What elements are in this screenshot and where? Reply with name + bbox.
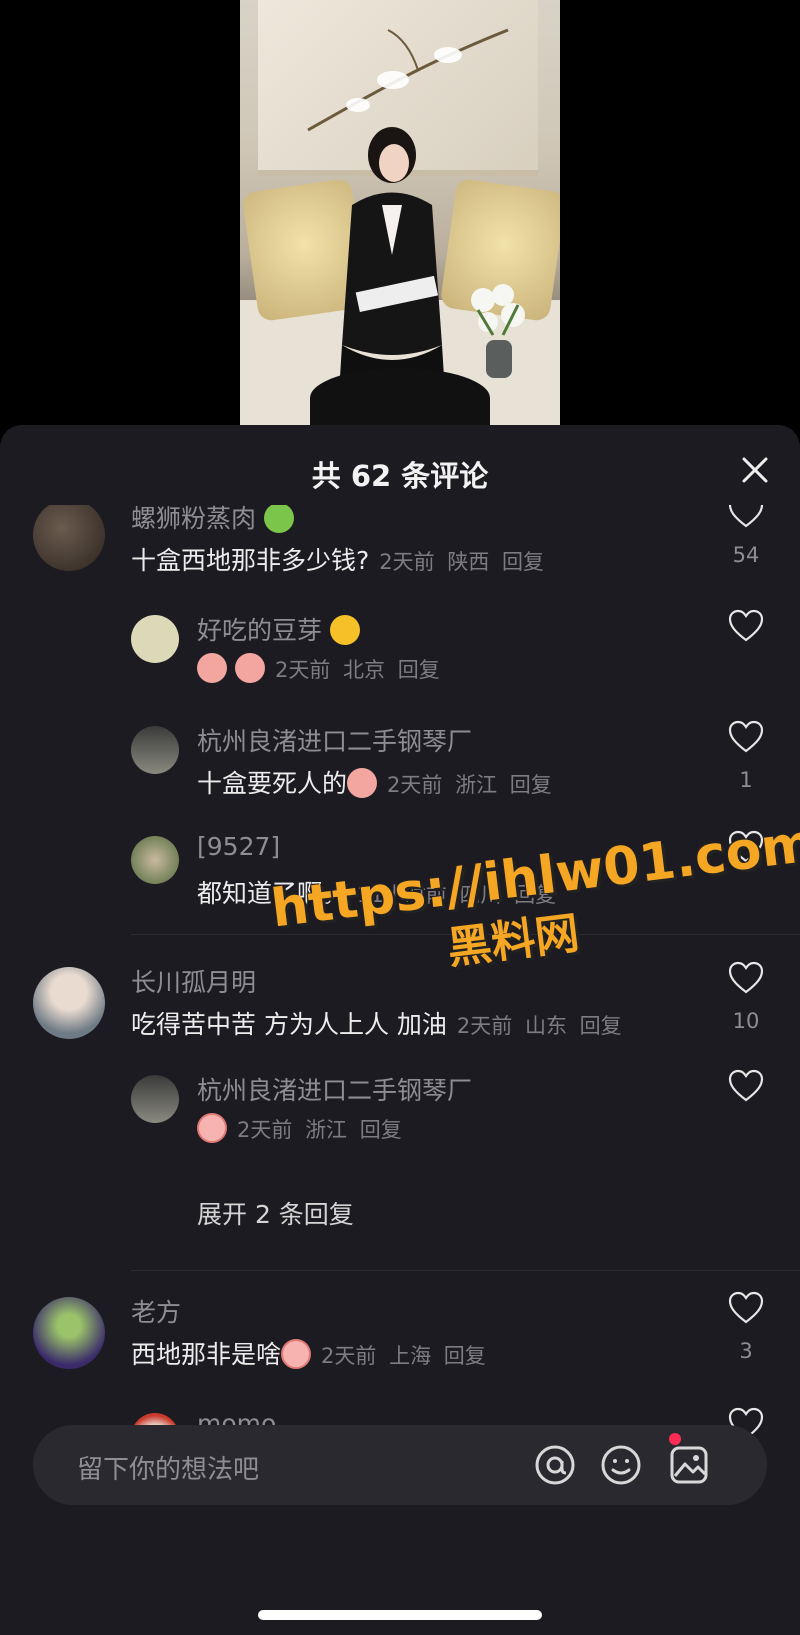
close-icon[interactable] bbox=[738, 453, 772, 487]
heart-icon bbox=[728, 961, 764, 994]
comment-username[interactable]: 好吃的豆芽 bbox=[197, 611, 360, 647]
expand-replies-button[interactable]: 展开 2 条回复 bbox=[197, 1195, 354, 1231]
comment-username[interactable]: [9527] bbox=[197, 832, 280, 861]
comment-username[interactable]: 螺狮粉蒸肉 bbox=[131, 505, 294, 535]
flower-vase bbox=[471, 284, 525, 378]
crying-emoji-icon bbox=[197, 653, 227, 683]
like-button[interactable] bbox=[728, 1291, 764, 1329]
emoji-icon[interactable] bbox=[599, 1443, 643, 1487]
heart-icon bbox=[728, 720, 764, 753]
like-count: 54 bbox=[732, 543, 760, 567]
divider bbox=[131, 934, 800, 935]
comment-username[interactable]: 杭州良渚进口二手钢琴厂 bbox=[197, 1071, 472, 1107]
heart-icon bbox=[728, 505, 764, 528]
crying-emoji-icon bbox=[234, 653, 265, 683]
smile-emoji-icon bbox=[329, 615, 360, 645]
heart-icon bbox=[728, 830, 764, 863]
comment-sheet: 共 62 条评论 螺狮粉蒸肉 十盒西地那非多少钱? 2天前 陕西 回复 54 好… bbox=[0, 425, 800, 1635]
avatar[interactable] bbox=[131, 1075, 179, 1123]
heart-icon bbox=[728, 1291, 764, 1324]
comment-text: 2天前 北京 回复 bbox=[197, 653, 446, 684]
frog-emoji-icon bbox=[263, 505, 294, 533]
reply-button[interactable]: 回复 bbox=[502, 550, 544, 574]
avatar[interactable] bbox=[33, 967, 105, 1039]
avatar[interactable] bbox=[131, 726, 179, 774]
heart-icon bbox=[728, 609, 764, 642]
peach-emoji-icon bbox=[197, 1113, 227, 1143]
avatar[interactable] bbox=[33, 505, 105, 571]
comment-text: 十盒要死人的 2天前 浙江 回复 bbox=[197, 768, 552, 798]
reply-button[interactable]: 回复 bbox=[398, 658, 440, 682]
reply-button[interactable]: 回复 bbox=[360, 1118, 402, 1142]
crying-emoji-icon bbox=[347, 768, 378, 798]
sheet-header: 共 62 条评论 bbox=[0, 425, 800, 515]
reply-button[interactable]: 回复 bbox=[510, 773, 552, 797]
like-button[interactable] bbox=[728, 609, 764, 647]
home-indicator[interactable] bbox=[258, 1610, 542, 1620]
reply-button[interactable]: 回复 bbox=[514, 883, 556, 907]
like-button[interactable] bbox=[728, 505, 764, 533]
comment-username[interactable]: 杭州良渚进口二手钢琴厂 bbox=[197, 722, 472, 758]
video-preview[interactable] bbox=[240, 0, 560, 425]
comment-username[interactable]: 老方 bbox=[131, 1293, 181, 1329]
avatar[interactable] bbox=[131, 836, 179, 884]
divider bbox=[131, 1270, 800, 1271]
avatar[interactable] bbox=[33, 1297, 105, 1369]
comment-text: 西地那非是啥 2天前 上海 回复 bbox=[131, 1339, 486, 1369]
avatar[interactable] bbox=[131, 615, 179, 663]
like-count: 10 bbox=[732, 1009, 760, 1033]
notification-dot bbox=[669, 1433, 681, 1445]
at-mention-icon[interactable] bbox=[533, 1443, 577, 1487]
comment-text: 都知道了啊。 11小时前 四川 回复 bbox=[197, 879, 557, 908]
comment-username[interactable]: 长川孤月明 bbox=[131, 963, 256, 999]
like-button[interactable] bbox=[728, 830, 764, 868]
reply-button[interactable]: 回复 bbox=[444, 1344, 486, 1368]
reply-button[interactable]: 回复 bbox=[580, 1014, 622, 1038]
comment-text: 吃得苦中苦 方为人上人 加油 2天前 山东 回复 bbox=[131, 1010, 622, 1039]
heart-icon bbox=[728, 1069, 764, 1102]
comment-input-bar[interactable]: 留下你的想法吧 bbox=[33, 1425, 767, 1505]
like-button[interactable] bbox=[728, 961, 764, 999]
like-count: 1 bbox=[739, 768, 753, 792]
like-button[interactable] bbox=[728, 720, 764, 758]
like-button[interactable] bbox=[728, 1069, 764, 1107]
side-table bbox=[310, 368, 490, 425]
image-icon[interactable] bbox=[667, 1443, 711, 1487]
comment-input[interactable]: 留下你的想法吧 bbox=[77, 1449, 259, 1486]
comment-count-title: 共 62 条评论 bbox=[311, 459, 489, 493]
comment-list[interactable]: 螺狮粉蒸肉 十盒西地那非多少钱? 2天前 陕西 回复 54 好吃的豆芽 2天前 北… bbox=[0, 505, 800, 1505]
comment-text: 2天前 浙江 回复 bbox=[197, 1113, 408, 1144]
peach-emoji-icon bbox=[281, 1339, 312, 1369]
like-count: 3 bbox=[739, 1339, 753, 1363]
comment-text: 十盒西地那非多少钱? 2天前 陕西 回复 bbox=[131, 546, 545, 575]
